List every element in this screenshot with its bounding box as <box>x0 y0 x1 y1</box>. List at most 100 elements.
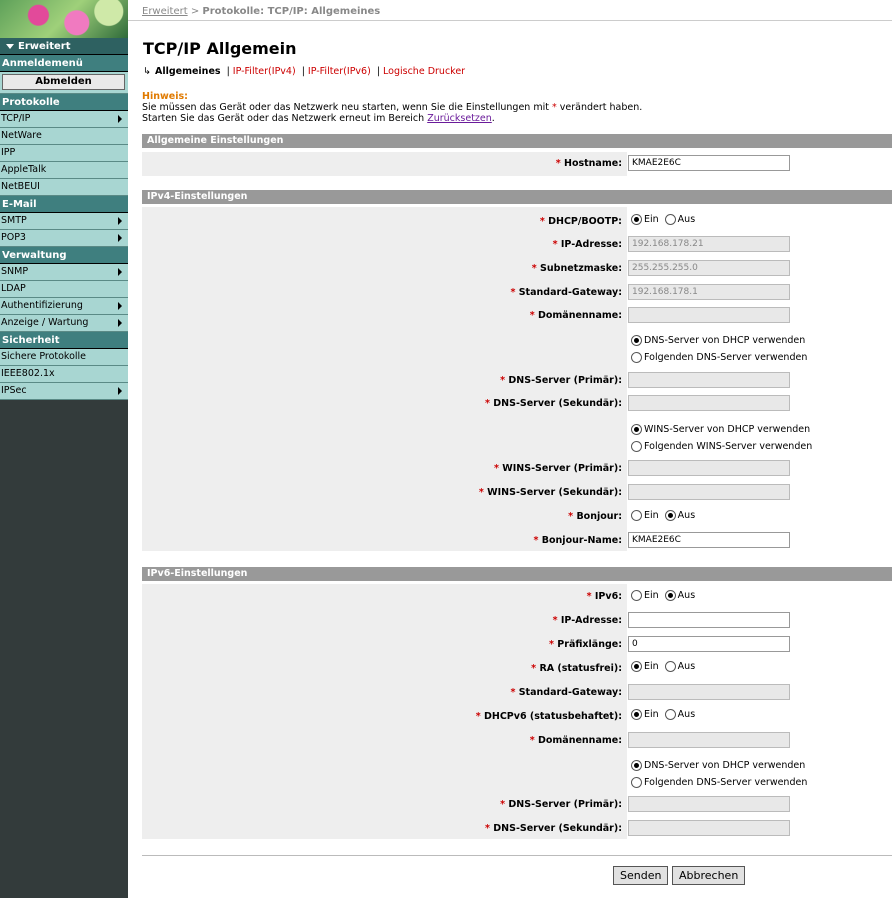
radio-label: Folgenden DNS-Server verwenden <box>644 777 808 788</box>
logout-button[interactable]: Abmelden <box>2 74 125 90</box>
ipv4-dns-manual-radio[interactable] <box>631 352 642 363</box>
ipv4-dns-primary-label: * DNS-Server (Primär): <box>500 375 622 386</box>
label-text: DHCP/BOOTP: <box>548 216 622 227</box>
nav-item-netware[interactable]: NetWare <box>0 128 128 145</box>
nav-item-smtp[interactable]: SMTP <box>0 213 128 230</box>
label-text: Bonjour-Name: <box>541 535 622 546</box>
label-text: Standard-Gateway: <box>518 687 622 698</box>
expand-advanced-toggle[interactable]: Erweitert <box>0 38 128 55</box>
submit-button[interactable]: Senden <box>613 866 669 885</box>
nav-item-appletalk[interactable]: AppleTalk <box>0 162 128 179</box>
ra-off-radio[interactable] <box>664 661 676 672</box>
dhcp-on-radio[interactable] <box>631 214 642 225</box>
radio-label: Ein <box>644 590 659 601</box>
dhcpv6-on-radio[interactable] <box>631 709 642 720</box>
nav-item-snmp[interactable]: SNMP <box>0 264 128 281</box>
subnet-mask-input[interactable] <box>628 260 790 276</box>
radio-label: Aus <box>677 590 696 601</box>
ipv6-domain-input[interactable] <box>628 732 790 748</box>
prefix-length-label: * Präfixlänge: <box>549 639 622 650</box>
ipv4-address-label: * IP-Adresse: <box>553 239 622 250</box>
ipv4-dns-secondary-input[interactable] <box>628 395 790 411</box>
nav-item-ldap[interactable]: LDAP <box>0 281 128 298</box>
nav-item-ipp[interactable]: IPP <box>0 145 128 162</box>
nav-group-management: Verwaltung <box>0 247 128 264</box>
label-text: Präfixlänge: <box>557 639 622 650</box>
ipv6-gateway-input[interactable] <box>628 684 790 700</box>
nav-group-protocols: Protokolle <box>0 94 128 111</box>
arrow-right-icon <box>118 115 122 123</box>
nav-item-authentication[interactable]: Authentifizierung <box>0 298 128 315</box>
radio-label: Folgenden DNS-Server verwenden <box>644 352 808 363</box>
ipv6-dns-manual-radio[interactable] <box>631 777 642 788</box>
cancel-button[interactable]: Abbrechen <box>672 866 746 885</box>
tab-ip-filter-ipv6[interactable]: IP-Filter(IPv6) <box>308 66 371 77</box>
nav-item-display-maintenance[interactable]: Anzeige / Wartung <box>0 315 128 332</box>
label-text: IP-Adresse: <box>560 615 622 626</box>
radio-label: Ein <box>644 661 659 672</box>
prefix-length-input[interactable] <box>628 636 790 652</box>
nav-item-ipsec[interactable]: IPSec <box>0 383 128 400</box>
bonjour-on-radio[interactable] <box>631 510 642 521</box>
dhcpv6-off-radio[interactable] <box>664 709 676 720</box>
tab-ip-filter-ipv4[interactable]: IP-Filter(IPv4) <box>233 66 296 77</box>
tab-logical-printers[interactable]: Logische Drucker <box>383 66 465 77</box>
required-mark: * <box>478 487 484 498</box>
reset-link[interactable]: Zurücksetzen <box>427 113 492 124</box>
section-general-heading: Allgemeine Einstellungen <box>142 134 892 148</box>
radio-label: Ein <box>644 709 659 720</box>
dhcp-label: * DHCP/BOOTP: <box>540 216 622 227</box>
label-text: RA (statusfrei): <box>539 663 622 674</box>
ipv4-domain-input[interactable] <box>628 307 790 323</box>
nav-item-pop3[interactable]: POP3 <box>0 230 128 247</box>
wins-secondary-input[interactable] <box>628 484 790 500</box>
radio-label: DNS-Server von DHCP verwenden <box>644 335 806 346</box>
required-mark: * <box>529 310 535 321</box>
nav-item-tcpip[interactable]: TCP/IP <box>0 111 128 128</box>
nav-item-ieee8021x[interactable]: IEEE802.1x <box>0 366 128 383</box>
logout-wrap: Abmelden <box>0 72 128 94</box>
ipv6-domain-row: * Domänenname: <box>142 732 892 752</box>
required-mark: * <box>539 216 545 227</box>
breadcrumb-link-advanced[interactable]: Erweitert <box>142 6 188 17</box>
nav-label: Anzeige / Wartung <box>1 317 89 328</box>
breadcrumb-current: Protokolle: TCP/IP: Allgemeines <box>202 6 381 17</box>
nav-item-netbeui[interactable]: NetBEUI <box>0 179 128 196</box>
ipv4-address-input[interactable] <box>628 236 790 252</box>
label-text: IP-Adresse: <box>560 239 622 250</box>
wins-primary-input[interactable] <box>628 460 790 476</box>
nav-label: SMTP <box>1 215 27 226</box>
label-text: DNS-Server (Primär): <box>508 799 622 810</box>
radio-label: DNS-Server von DHCP verwenden <box>644 760 806 771</box>
ipv6-off-radio[interactable] <box>664 590 676 601</box>
dhcp-off-radio[interactable] <box>664 214 676 225</box>
notice-line-1: Sie müssen das Gerät oder das Netzwerk n… <box>142 102 642 113</box>
bonjour-name-input[interactable] <box>628 532 790 548</box>
ipv6-dns-from-dhcp-radio[interactable] <box>631 760 642 771</box>
tab-separator: | <box>376 66 381 77</box>
required-mark: * <box>568 511 574 522</box>
ipv4-dns-primary-input[interactable] <box>628 372 790 388</box>
nav-item-secure-protocols[interactable]: Sichere Protokolle <box>0 349 128 366</box>
ipv6-address-input[interactable] <box>628 612 790 628</box>
wins-manual-radio[interactable] <box>631 441 642 452</box>
required-mark: * <box>493 463 499 474</box>
radio-label: WINS-Server von DHCP verwenden <box>644 424 811 435</box>
ipv6-dns-primary-input[interactable] <box>628 796 790 812</box>
ipv6-on-radio[interactable] <box>631 590 642 601</box>
required-mark: * <box>510 687 516 698</box>
current-tab-arrow-icon: ↳ <box>143 66 151 77</box>
nav-label: IEEE802.1x <box>1 368 55 379</box>
ipv4-gateway-input[interactable] <box>628 284 790 300</box>
ra-on-radio[interactable] <box>631 661 642 672</box>
label-text: DNS-Server (Sekundär): <box>493 823 622 834</box>
bonjour-off-radio[interactable] <box>664 510 676 521</box>
wins-from-dhcp-radio[interactable] <box>631 424 642 435</box>
hostname-input[interactable] <box>628 155 790 171</box>
required-mark: * <box>484 823 490 834</box>
nav-label: NetBEUI <box>1 181 40 192</box>
ipv6-dns-secondary-input[interactable] <box>628 820 790 836</box>
ipv4-dns-from-dhcp-radio[interactable] <box>631 335 642 346</box>
divider <box>142 855 892 856</box>
ipv6-gateway-row: * Standard-Gateway: <box>142 684 892 704</box>
